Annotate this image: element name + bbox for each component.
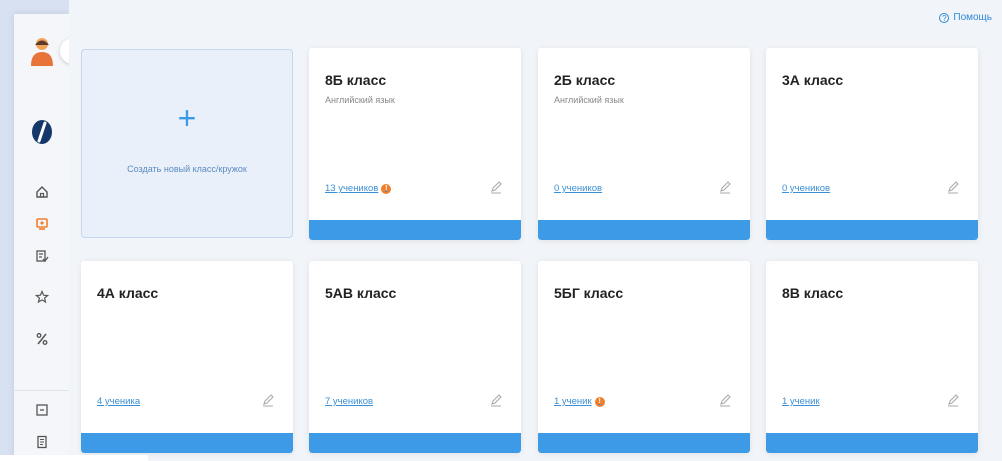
open-class-bar[interactable]: [538, 220, 750, 240]
help-link[interactable]: ? Помощь: [939, 12, 992, 23]
class-card[interactable]: 8Б класс Английский язык 13 учеников !: [309, 48, 521, 240]
students-link[interactable]: 0 учеников: [782, 183, 830, 194]
plus-icon: +: [177, 100, 197, 136]
edit-icon[interactable]: [946, 393, 960, 407]
class-card[interactable]: 5АВ класс 7 учеников: [309, 261, 521, 453]
edit-icon[interactable]: [718, 180, 732, 194]
students-link[interactable]: 4 ученика: [97, 396, 140, 407]
tasks-icon: [36, 250, 49, 262]
class-card[interactable]: 3А класс 0 учеников: [766, 48, 978, 240]
class-title: 5БГ класс: [554, 285, 624, 301]
students-count: 1 ученик: [554, 396, 592, 407]
open-class-bar[interactable]: [766, 220, 978, 240]
main-content: ? Помощь + Создать новый класс/кружок 8Б…: [69, 0, 1002, 461]
edit-icon[interactable]: [261, 393, 275, 407]
nav-home[interactable]: [27, 179, 57, 205]
students-link[interactable]: 0 учеников: [554, 183, 602, 194]
class-card[interactable]: 4А класс 4 ученика: [81, 261, 293, 453]
sidebar-divider: [14, 390, 69, 391]
edit-icon[interactable]: [489, 393, 503, 407]
home-icon: [36, 186, 48, 198]
open-class-bar[interactable]: [81, 433, 293, 453]
class-subject: Английский язык: [325, 95, 395, 105]
document-icon: [37, 435, 47, 449]
edit-icon[interactable]: [946, 180, 960, 194]
class-card[interactable]: 2Б класс Английский язык 0 учеников: [538, 48, 750, 240]
nav-documents[interactable]: [27, 429, 57, 455]
star-icon: [35, 290, 49, 304]
open-class-bar[interactable]: [766, 433, 978, 453]
open-class-bar[interactable]: [309, 220, 521, 240]
class-title: 8Б класс: [325, 72, 387, 88]
nav-classes[interactable]: [27, 211, 57, 237]
class-title: 2Б класс: [554, 72, 616, 88]
class-title: 5АВ класс: [325, 285, 397, 301]
avatar[interactable]: [27, 36, 57, 66]
students-link[interactable]: 7 учеников: [325, 396, 373, 407]
open-class-bar[interactable]: [309, 433, 521, 453]
nav-favorites[interactable]: [27, 284, 57, 310]
warning-badge: !: [381, 183, 392, 194]
help-label: Помощь: [953, 12, 992, 23]
students-link[interactable]: 1 ученик !: [554, 396, 605, 407]
open-class-bar[interactable]: [538, 433, 750, 453]
class-title: 4А класс: [97, 285, 159, 301]
class-title: 8В класс: [782, 285, 844, 301]
students-link[interactable]: 13 учеников !: [325, 183, 392, 194]
class-title: 3А класс: [782, 72, 844, 88]
nav-box[interactable]: [27, 397, 57, 423]
create-class-label: Создать новый класс/кружок: [127, 164, 247, 174]
class-card[interactable]: 8В класс 1 ученик: [766, 261, 978, 453]
edit-icon[interactable]: [489, 180, 503, 194]
percent-icon: [36, 333, 48, 345]
class-card[interactable]: 5БГ класс 1 ученик !: [538, 261, 750, 453]
box-icon: [36, 404, 48, 416]
class-subject: Английский язык: [554, 95, 624, 105]
students-count: 0 учеников: [782, 183, 831, 194]
help-icon: ?: [939, 12, 950, 23]
app-logo: [32, 120, 52, 144]
warning-badge: !: [594, 396, 605, 407]
bottom-strip: [0, 455, 148, 461]
students-count: 0 учеников: [554, 183, 603, 194]
classes-icon: [36, 218, 48, 230]
students-count: 7 учеников: [325, 396, 374, 407]
students-count: 13 учеников: [325, 183, 379, 194]
edit-icon[interactable]: [718, 393, 732, 407]
nav-tasks[interactable]: [27, 243, 57, 269]
nav-stats[interactable]: [27, 326, 57, 352]
sidebar: ›: [14, 14, 86, 461]
create-class-card[interactable]: + Создать новый класс/кружок: [81, 49, 293, 238]
students-count: 4 ученика: [97, 396, 141, 407]
students-count: 1 ученик: [782, 396, 820, 407]
students-link[interactable]: 1 ученик: [782, 396, 820, 407]
